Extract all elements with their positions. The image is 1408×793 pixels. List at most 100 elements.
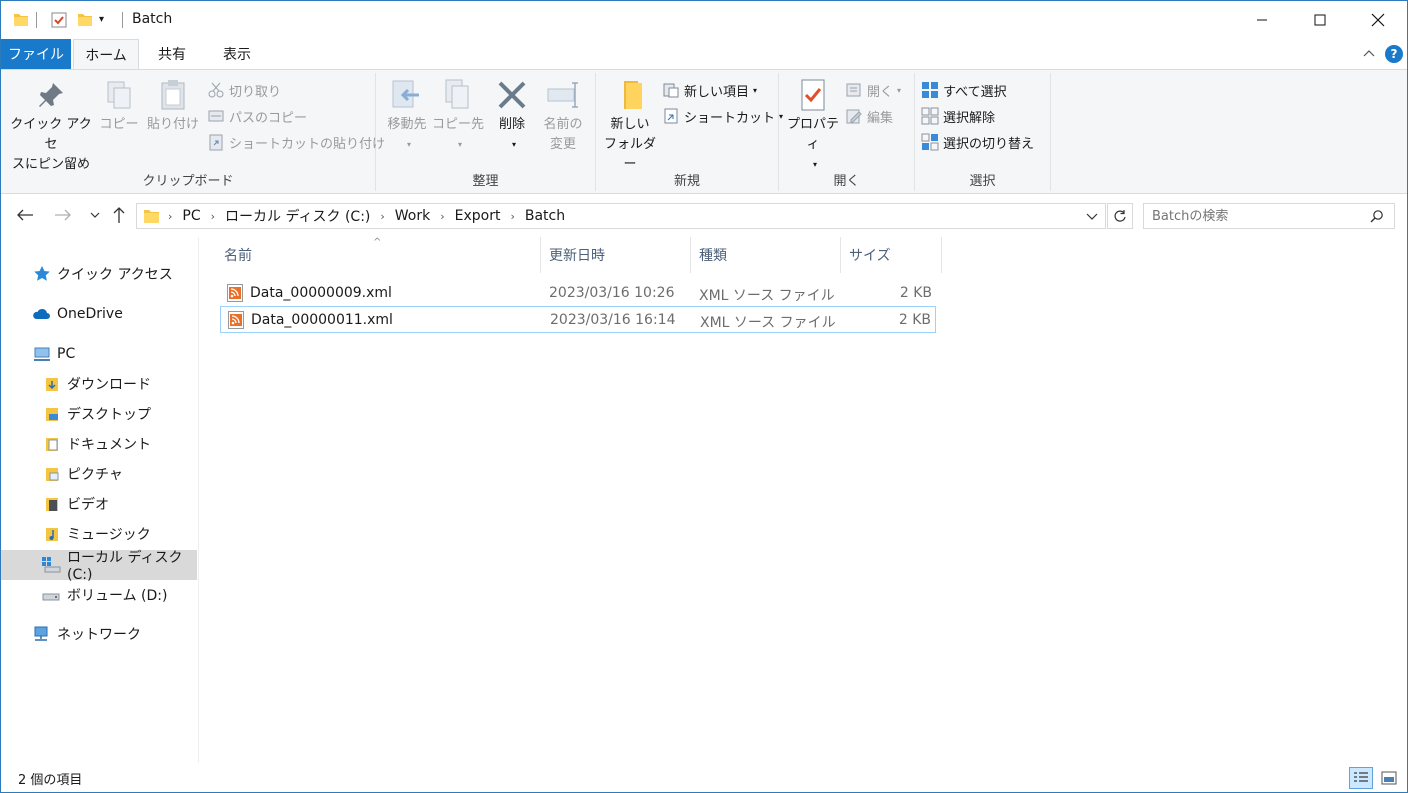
cut-button[interactable]: 切り取り: [207, 79, 281, 101]
shortcut-button[interactable]: ショートカット ▾: [662, 105, 783, 127]
new-folder-button[interactable]: 新しい フォルダー: [598, 77, 662, 175]
nav-desktop-label: デスクトップ: [67, 407, 151, 423]
rename-label-line2: 変更: [549, 137, 576, 152]
properties-button[interactable]: プロパティ ▾: [781, 77, 845, 175]
pictures-folder-icon: [46, 468, 59, 481]
properties-quick-icon[interactable]: [49, 10, 69, 30]
select-all-button[interactable]: すべて選択: [921, 79, 1007, 101]
new-item-button[interactable]: 新しい項目 ▾: [662, 79, 757, 101]
file-size: 2 KB: [898, 312, 931, 328]
nav-volume-d-label: ボリューム (D:): [67, 588, 168, 604]
paste-shortcut-label: ショートカットの貼り付け: [229, 136, 386, 152]
up-button[interactable]: [109, 205, 129, 225]
paste-label: 貼り付け: [146, 117, 199, 132]
column-header-date[interactable]: 更新日時: [541, 237, 691, 273]
file-row[interactable]: Data_00000011.xml 2023/03/16 16:14 XML ソ…: [220, 306, 936, 333]
forward-button[interactable]: [53, 205, 73, 225]
breadcrumb-batch[interactable]: Batch: [525, 208, 565, 224]
rename-icon: [547, 82, 578, 108]
new-folder-quick-icon[interactable]: [75, 10, 95, 30]
tab-file[interactable]: ファイル: [1, 39, 71, 69]
downloads-folder-icon: [46, 378, 58, 391]
navigation-pane: クイック アクセス OneDrive PC ダウンロード デスクトップ ドキュメ…: [1, 237, 199, 763]
breadcrumb-pc[interactable]: PC: [182, 208, 200, 224]
copy-button[interactable]: コピー: [99, 77, 139, 135]
maximize-button[interactable]: [1291, 1, 1349, 39]
shortcut-icon: [664, 108, 678, 124]
nav-volume-d[interactable]: ボリューム (D:): [1, 581, 197, 609]
collapse-ribbon-button[interactable]: [1361, 46, 1377, 62]
copy-path-button[interactable]: パスのコピー: [207, 105, 307, 127]
pin-label-line1: クイック アクセ: [10, 117, 92, 152]
move-to-button[interactable]: 移動先 ▾: [380, 77, 434, 155]
nav-quick-access[interactable]: クイック アクセス: [1, 260, 197, 288]
minimize-button[interactable]: [1233, 1, 1291, 39]
open-button[interactable]: 開く ▾: [845, 79, 901, 101]
nav-documents[interactable]: ドキュメント: [1, 430, 197, 458]
nav-network-label: ネットワーク: [57, 627, 141, 643]
column-header-type[interactable]: 種類: [691, 237, 841, 273]
clipboard-group: クイック アクセ スにピン留め コピー 貼り付け 切り取り パスのコピー ショー…: [1, 73, 385, 191]
close-icon: [1371, 13, 1385, 27]
rename-button[interactable]: 名前の 変更: [538, 77, 588, 155]
invert-selection-button[interactable]: 選択の切り替え: [921, 131, 1034, 153]
edit-icon: [846, 109, 862, 124]
select-group: すべて選択 選択解除 選択の切り替え 選択: [915, 73, 1051, 191]
paste-button[interactable]: 貼り付け: [145, 77, 201, 135]
nav-pictures-label: ピクチャ: [67, 467, 123, 483]
nav-onedrive[interactable]: OneDrive: [1, 300, 197, 328]
nav-downloads[interactable]: ダウンロード: [1, 370, 197, 398]
details-view-button[interactable]: [1349, 767, 1373, 789]
delete-button[interactable]: 削除 ▾: [490, 77, 534, 155]
file-list: ^ 名前 更新日時 種類 サイズ Data_00000009.xml 2023/…: [201, 237, 1407, 763]
search-input[interactable]: [1144, 205, 1370, 227]
chevron-right-icon[interactable]: ›: [510, 210, 514, 223]
new-item-label: 新しい項目: [684, 84, 750, 100]
nav-local-disk[interactable]: ローカル ディスク (C:): [1, 550, 197, 583]
search-icon: [1370, 210, 1383, 223]
file-row[interactable]: Data_00000009.xml 2023/03/16 10:26 XML ソ…: [220, 280, 936, 307]
pin-quick-access-button[interactable]: クイック アクセ スにピン留め: [7, 77, 95, 175]
nav-network[interactable]: ネットワーク: [1, 620, 197, 648]
chevron-right-icon[interactable]: ›: [440, 210, 444, 223]
file-size: 2 KB: [899, 285, 932, 301]
nav-onedrive-label: OneDrive: [57, 306, 123, 322]
edit-button[interactable]: 編集: [845, 105, 893, 127]
select-none-button[interactable]: 選択解除: [921, 105, 995, 127]
paste-icon: [161, 80, 185, 110]
customize-quick-access-icon[interactable]: ▾: [99, 14, 119, 34]
nav-music[interactable]: ミュージック: [1, 520, 197, 548]
tab-share[interactable]: 共有: [146, 39, 198, 69]
tab-view[interactable]: 表示: [208, 39, 266, 69]
nav-pc[interactable]: PC: [1, 340, 197, 368]
nav-desktop[interactable]: デスクトップ: [1, 400, 197, 428]
back-button[interactable]: [15, 205, 35, 225]
column-header-name[interactable]: 名前: [216, 237, 541, 273]
copy-to-label: コピー先: [432, 117, 485, 132]
copy-to-button[interactable]: コピー先 ▾: [432, 77, 484, 155]
nav-pictures[interactable]: ピクチャ: [1, 460, 197, 488]
nav-downloads-label: ダウンロード: [67, 377, 151, 393]
chevron-down-icon: ▾: [406, 140, 411, 149]
close-button[interactable]: [1349, 1, 1407, 39]
tab-home[interactable]: ホーム: [73, 39, 139, 70]
chevron-right-icon[interactable]: ›: [380, 210, 384, 223]
breadcrumb-local-disk[interactable]: ローカル ディスク (C:): [225, 206, 370, 226]
large-icons-view-button[interactable]: [1377, 767, 1401, 789]
breadcrumb-work[interactable]: Work: [395, 208, 430, 224]
file-date: 2023/03/16 10:26: [549, 285, 675, 301]
paste-shortcut-button[interactable]: ショートカットの貼り付け: [207, 131, 385, 153]
details-view-icon: [1354, 772, 1368, 782]
breadcrumb-export[interactable]: Export: [455, 208, 501, 224]
arrow-up-icon: [113, 207, 125, 223]
recent-locations-button[interactable]: [85, 205, 105, 225]
file-name: Data_00000009.xml: [250, 285, 392, 301]
search-box[interactable]: [1143, 203, 1395, 229]
column-header-size[interactable]: サイズ: [841, 237, 942, 273]
address-bar[interactable]: › PC › ローカル ディスク (C:) › Work › Export › …: [136, 203, 1106, 229]
chevron-right-icon[interactable]: ›: [211, 210, 215, 223]
refresh-button[interactable]: [1107, 203, 1133, 229]
nav-videos[interactable]: ビデオ: [1, 490, 197, 518]
help-button[interactable]: ?: [1385, 45, 1403, 63]
item-count: 2 個の項目: [18, 773, 83, 788]
